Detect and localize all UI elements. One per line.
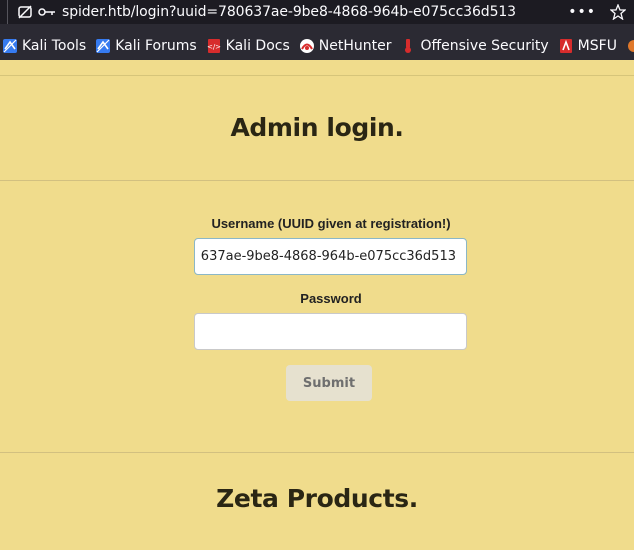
offsec-icon — [400, 38, 416, 54]
kali-docs-icon: </> — [206, 38, 222, 54]
bookmark-kali-tools[interactable]: Kali Tools — [2, 38, 86, 54]
svg-text:</>: </> — [207, 43, 221, 51]
toolbar-gap — [0, 24, 634, 32]
bookmark-offensive-security[interactable]: Offensive Security — [400, 38, 549, 54]
section-divider — [0, 180, 634, 181]
bookmark-label: Kali Docs — [225, 38, 290, 54]
bookmark-kali-docs[interactable]: </> Kali Docs — [206, 38, 290, 54]
bookmark-msfu[interactable]: MSFU — [558, 38, 617, 54]
username-value: 637ae-9be8-4868-964b-e075cc36d513 — [200, 249, 456, 264]
nethunter-icon — [299, 38, 315, 54]
bookmark-label: Kali Tools — [22, 38, 87, 54]
key-icon[interactable] — [38, 5, 56, 19]
submit-button[interactable]: Submit — [286, 365, 372, 401]
page-top-border — [0, 75, 634, 76]
msfu-icon — [558, 38, 574, 54]
password-label: Password — [300, 291, 362, 306]
bookmark-label: Offensive Security — [420, 38, 549, 54]
url-bar-actions: ••• — [568, 0, 634, 24]
permissions-icon[interactable] — [18, 5, 32, 19]
bookmark-label: NetHunter — [318, 38, 392, 54]
bookmark-nethunter[interactable]: NetHunter — [299, 38, 392, 54]
username-label: Username (UUID given at registration!) — [211, 216, 451, 231]
bookmark-star-icon[interactable] — [609, 3, 627, 21]
section-divider — [0, 452, 634, 453]
url-text[interactable]: spider.htb/login?uuid=780637ae-9be8-4868… — [62, 4, 516, 20]
bookmarks-toolbar: Kali Tools Kali Forums </> Kali Docs Net… — [0, 32, 634, 60]
bookmark-label: MSFU — [577, 38, 617, 54]
page-title: Admin login. — [230, 113, 404, 142]
kali-icon — [95, 38, 111, 54]
page-actions-button[interactable]: ••• — [568, 4, 596, 20]
bookmark-kali-forums[interactable]: Kali Forums — [95, 38, 197, 54]
bookmark-label: Kali Forums — [115, 38, 197, 54]
overflow-icon — [626, 38, 634, 54]
username-input[interactable]: 637ae-9be8-4868-964b-e075cc36d513 — [194, 238, 467, 275]
password-input[interactable] — [194, 313, 467, 350]
section-title: Zeta Products. — [216, 484, 418, 513]
kali-icon — [2, 38, 18, 54]
toolbar-edge — [0, 0, 8, 24]
bookmark-overflow[interactable] — [626, 38, 634, 54]
url-bar: spider.htb/login?uuid=780637ae-9be8-4868… — [0, 0, 634, 24]
